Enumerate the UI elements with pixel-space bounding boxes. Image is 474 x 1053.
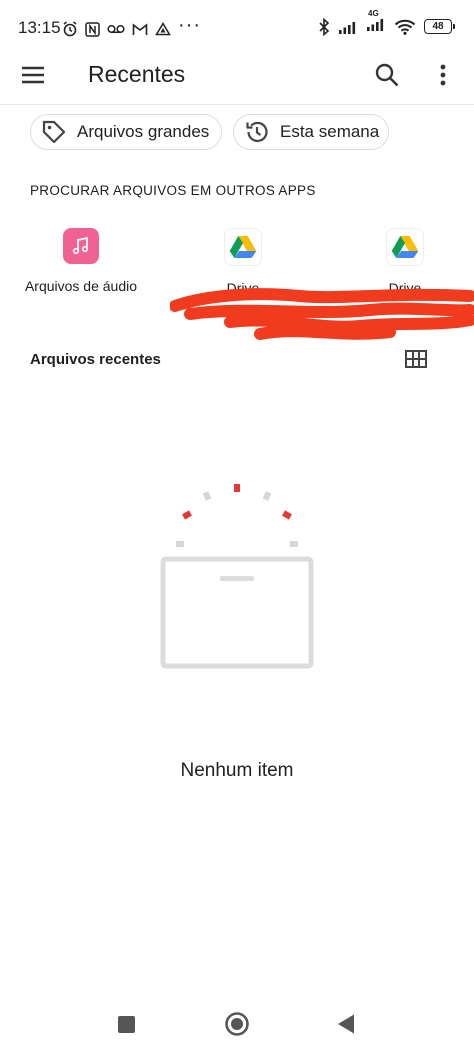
bluetooth-icon bbox=[319, 17, 330, 36]
grid-view-icon[interactable] bbox=[405, 350, 427, 368]
app-bar: Recentes bbox=[0, 46, 474, 105]
chip-large-files[interactable]: Arquivos grandes bbox=[30, 114, 222, 150]
more-options-icon[interactable] bbox=[438, 62, 448, 88]
tag-icon bbox=[42, 120, 66, 144]
notification-icons bbox=[62, 20, 171, 38]
app-audio-files[interactable]: Arquivos de áudio bbox=[14, 228, 148, 294]
signal-4g-icon bbox=[367, 19, 384, 31]
menu-icon[interactable] bbox=[20, 64, 46, 86]
gmail-icon bbox=[132, 22, 148, 35]
chip-label: Esta semana bbox=[280, 122, 380, 141]
home-nav-button[interactable] bbox=[224, 1011, 250, 1037]
recents-nav-button[interactable] bbox=[118, 1016, 135, 1033]
google-drive-icon bbox=[386, 228, 424, 266]
signal-icon bbox=[339, 21, 356, 34]
google-drive-icon bbox=[224, 228, 262, 266]
network-type-label: 4G bbox=[368, 9, 379, 18]
wifi-icon bbox=[394, 19, 416, 35]
alarm-icon bbox=[63, 21, 77, 37]
chip-this-week[interactable]: Esta semana bbox=[233, 114, 389, 150]
chip-label: Arquivos grandes bbox=[77, 122, 210, 141]
music-note-icon bbox=[63, 228, 99, 264]
history-icon bbox=[246, 121, 268, 142]
search-icon[interactable] bbox=[374, 62, 400, 88]
back-nav-button[interactable] bbox=[336, 1013, 356, 1035]
system-icons: 4G 48 bbox=[318, 9, 455, 36]
app-label: Arquivos de áudio bbox=[24, 278, 138, 294]
other-apps-heading: PROCURAR ARQUIVOS EM OUTROS APPS bbox=[30, 183, 316, 198]
voicemail-icon bbox=[107, 24, 125, 34]
status-time: 13:15 bbox=[18, 18, 61, 37]
drive-status-icon bbox=[155, 22, 171, 36]
redaction-scribble bbox=[170, 288, 474, 340]
more-notifications-icon: ··· bbox=[178, 14, 201, 36]
signal-4g-group: 4G bbox=[366, 9, 386, 36]
page-title: Recentes bbox=[88, 61, 186, 87]
empty-state-message: Nenhum item bbox=[180, 760, 294, 781]
nfc-icon bbox=[85, 21, 100, 37]
empty-box-illustration bbox=[160, 484, 314, 669]
recent-files-heading: Arquivos recentes bbox=[30, 351, 161, 368]
battery-icon: 48 bbox=[424, 19, 455, 34]
